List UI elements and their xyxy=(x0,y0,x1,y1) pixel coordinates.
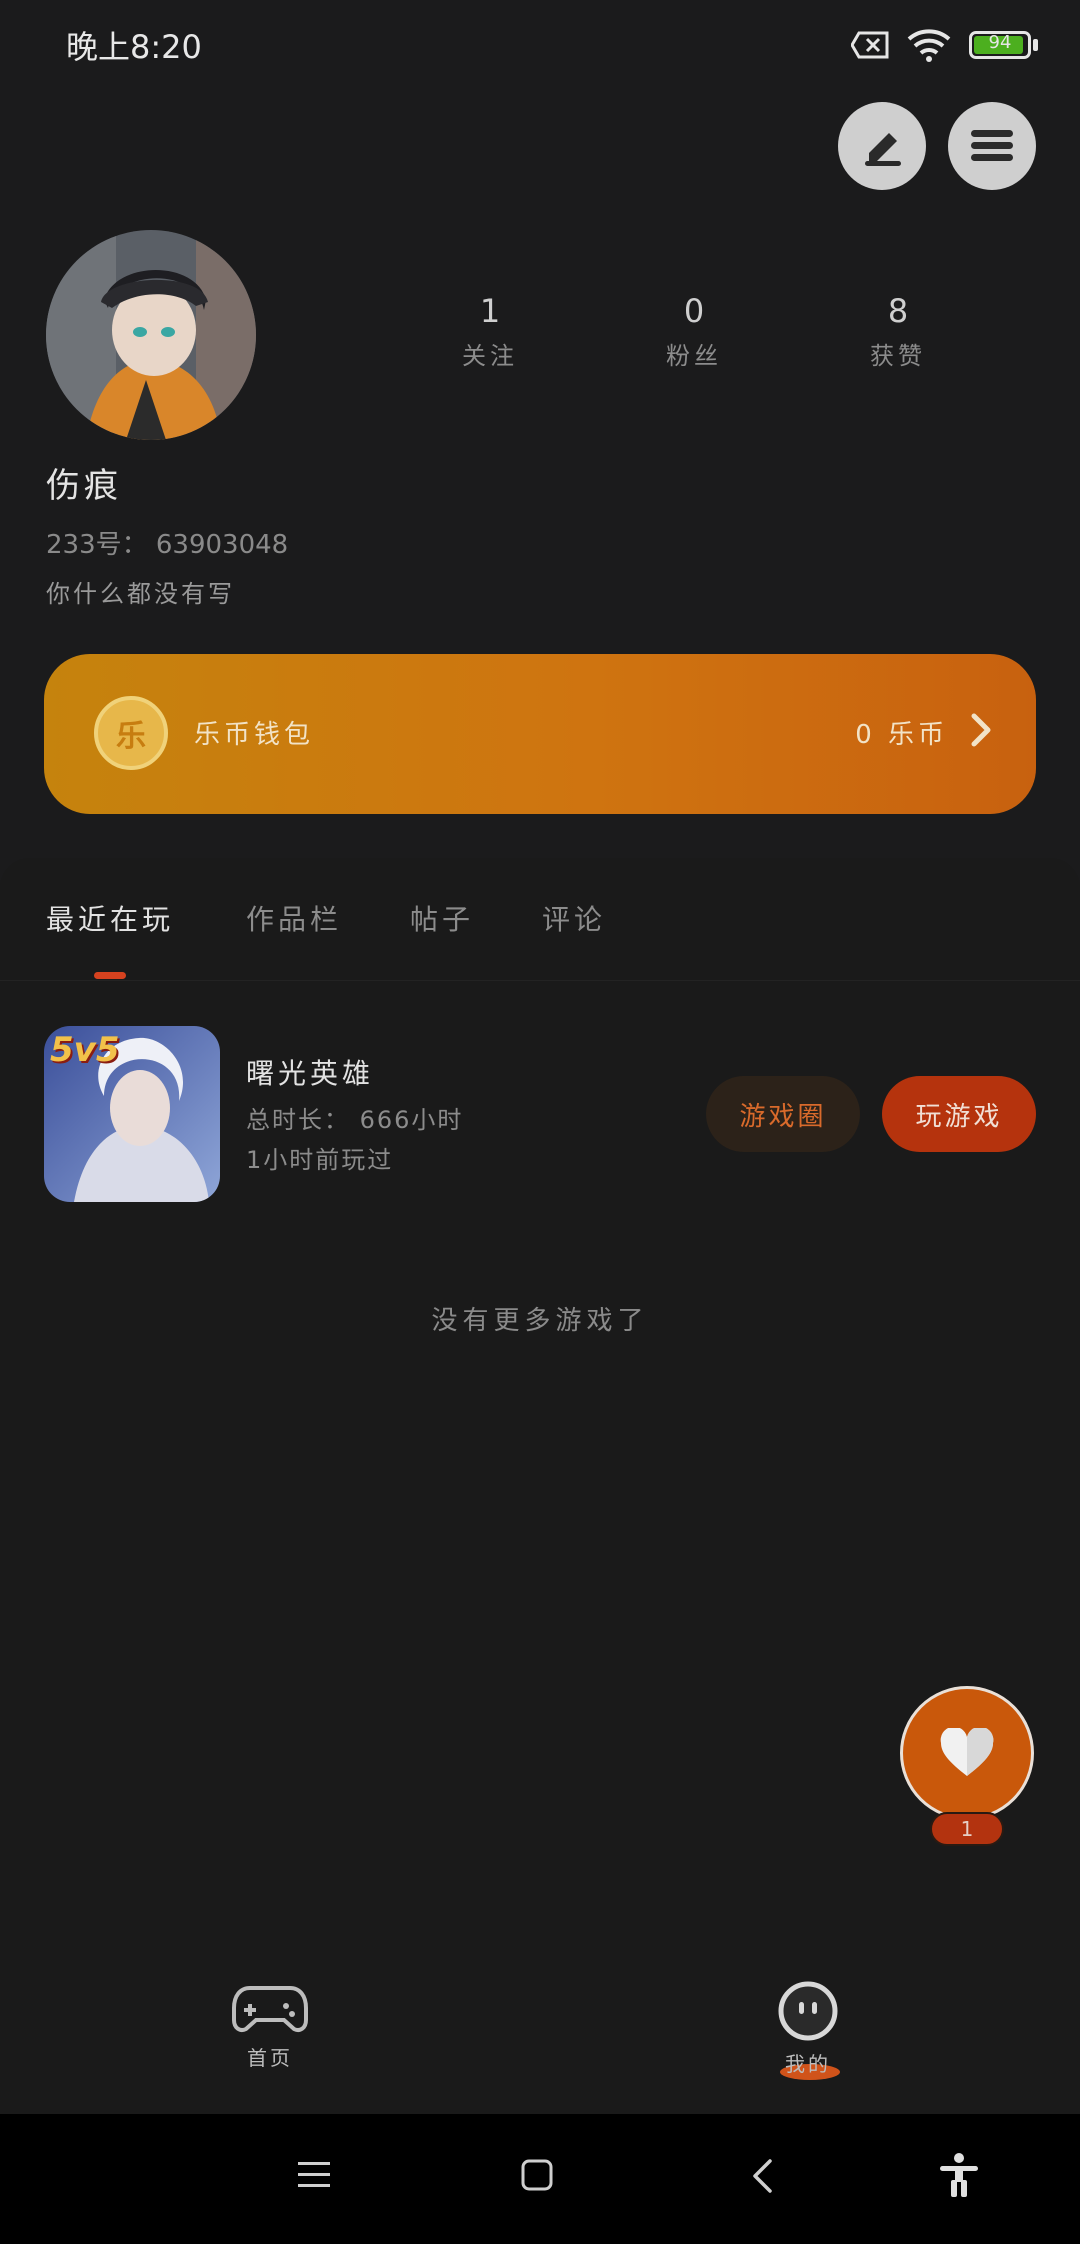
menu-button[interactable] xyxy=(948,102,1036,190)
tab-indicator xyxy=(94,972,126,979)
tab-works[interactable]: 作品栏 xyxy=(246,898,342,938)
avatar-image xyxy=(46,230,256,440)
nav-mine[interactable]: 我的 xyxy=(708,1980,908,2077)
tab-posts[interactable]: 帖子 xyxy=(410,898,474,938)
bio: 你什么都没有写 xyxy=(46,580,235,608)
float-badge: 1 xyxy=(930,1812,1004,1846)
face-icon xyxy=(778,1981,838,2041)
accessibility-icon[interactable] xyxy=(938,2152,980,2198)
wallet-card[interactable]: 乐 乐币钱包 0 乐币 xyxy=(44,654,1036,814)
user-id: 233号： 63903048 xyxy=(46,530,289,560)
nav-mine-label: 我的 xyxy=(785,2052,831,2076)
play-game-button[interactable]: 玩游戏 xyxy=(882,1076,1036,1152)
sim-error-icon xyxy=(851,31,889,59)
nav-home-label: 首页 xyxy=(247,2046,293,2070)
game-badge: 5v5 xyxy=(50,1030,120,1070)
no-more-games: 没有更多游戏了 xyxy=(431,1306,649,1336)
favorite-float-button[interactable] xyxy=(900,1686,1034,1820)
heart-icon xyxy=(940,1728,994,1776)
game-circle-button[interactable]: 游戏圈 xyxy=(706,1076,860,1152)
stat-following-num: 1 xyxy=(479,292,501,330)
edit-profile-button[interactable] xyxy=(838,102,926,190)
avatar[interactable] xyxy=(46,230,256,440)
menu-icon xyxy=(971,130,1013,161)
home-icon[interactable] xyxy=(520,2158,554,2192)
game-last-played: 1小时前玩过 xyxy=(246,1146,394,1174)
game-title[interactable]: 曙光英雄 xyxy=(246,1052,374,1092)
gamepad-icon xyxy=(232,1986,308,2032)
stat-following-label: 关注 xyxy=(462,342,518,370)
stat-fans-label: 粉丝 xyxy=(666,342,722,370)
stat-likes[interactable]: 8 获赞 xyxy=(828,292,968,371)
battery-tip xyxy=(1033,39,1038,51)
wallet-balance: 0 乐币 xyxy=(855,720,948,750)
tab-comments[interactable]: 评论 xyxy=(542,898,606,938)
battery-icon: 94 xyxy=(969,31,1031,59)
chevron-right-icon xyxy=(971,713,991,747)
back-icon[interactable] xyxy=(750,2158,774,2194)
edit-icon xyxy=(865,133,901,166)
system-nav-bar xyxy=(0,2114,1080,2244)
tab-recent[interactable]: 最近在玩 xyxy=(46,898,174,938)
stat-likes-num: 8 xyxy=(887,292,909,330)
game-duration: 总时长： 666小时 xyxy=(246,1106,464,1134)
stat-fans[interactable]: 0 粉丝 xyxy=(624,292,764,371)
wallet-label: 乐币钱包 xyxy=(194,720,315,750)
game-thumbnail[interactable]: 5v5 xyxy=(44,1026,220,1202)
stat-likes-label: 获赞 xyxy=(870,342,926,370)
battery-text: 94 xyxy=(988,32,1012,53)
stat-following[interactable]: 1 关注 xyxy=(420,292,560,371)
recent-apps-icon[interactable] xyxy=(296,2160,332,2190)
coin-icon: 乐 xyxy=(94,696,168,770)
username: 伤痕 xyxy=(46,466,122,506)
nav-home[interactable]: 首页 xyxy=(170,1984,370,2071)
status-time: 晚上8:20 xyxy=(66,28,202,66)
tab-divider xyxy=(0,980,1080,981)
wifi-icon xyxy=(907,29,951,62)
status-icons: 94 xyxy=(851,28,1038,62)
stat-fans-num: 0 xyxy=(683,292,705,330)
